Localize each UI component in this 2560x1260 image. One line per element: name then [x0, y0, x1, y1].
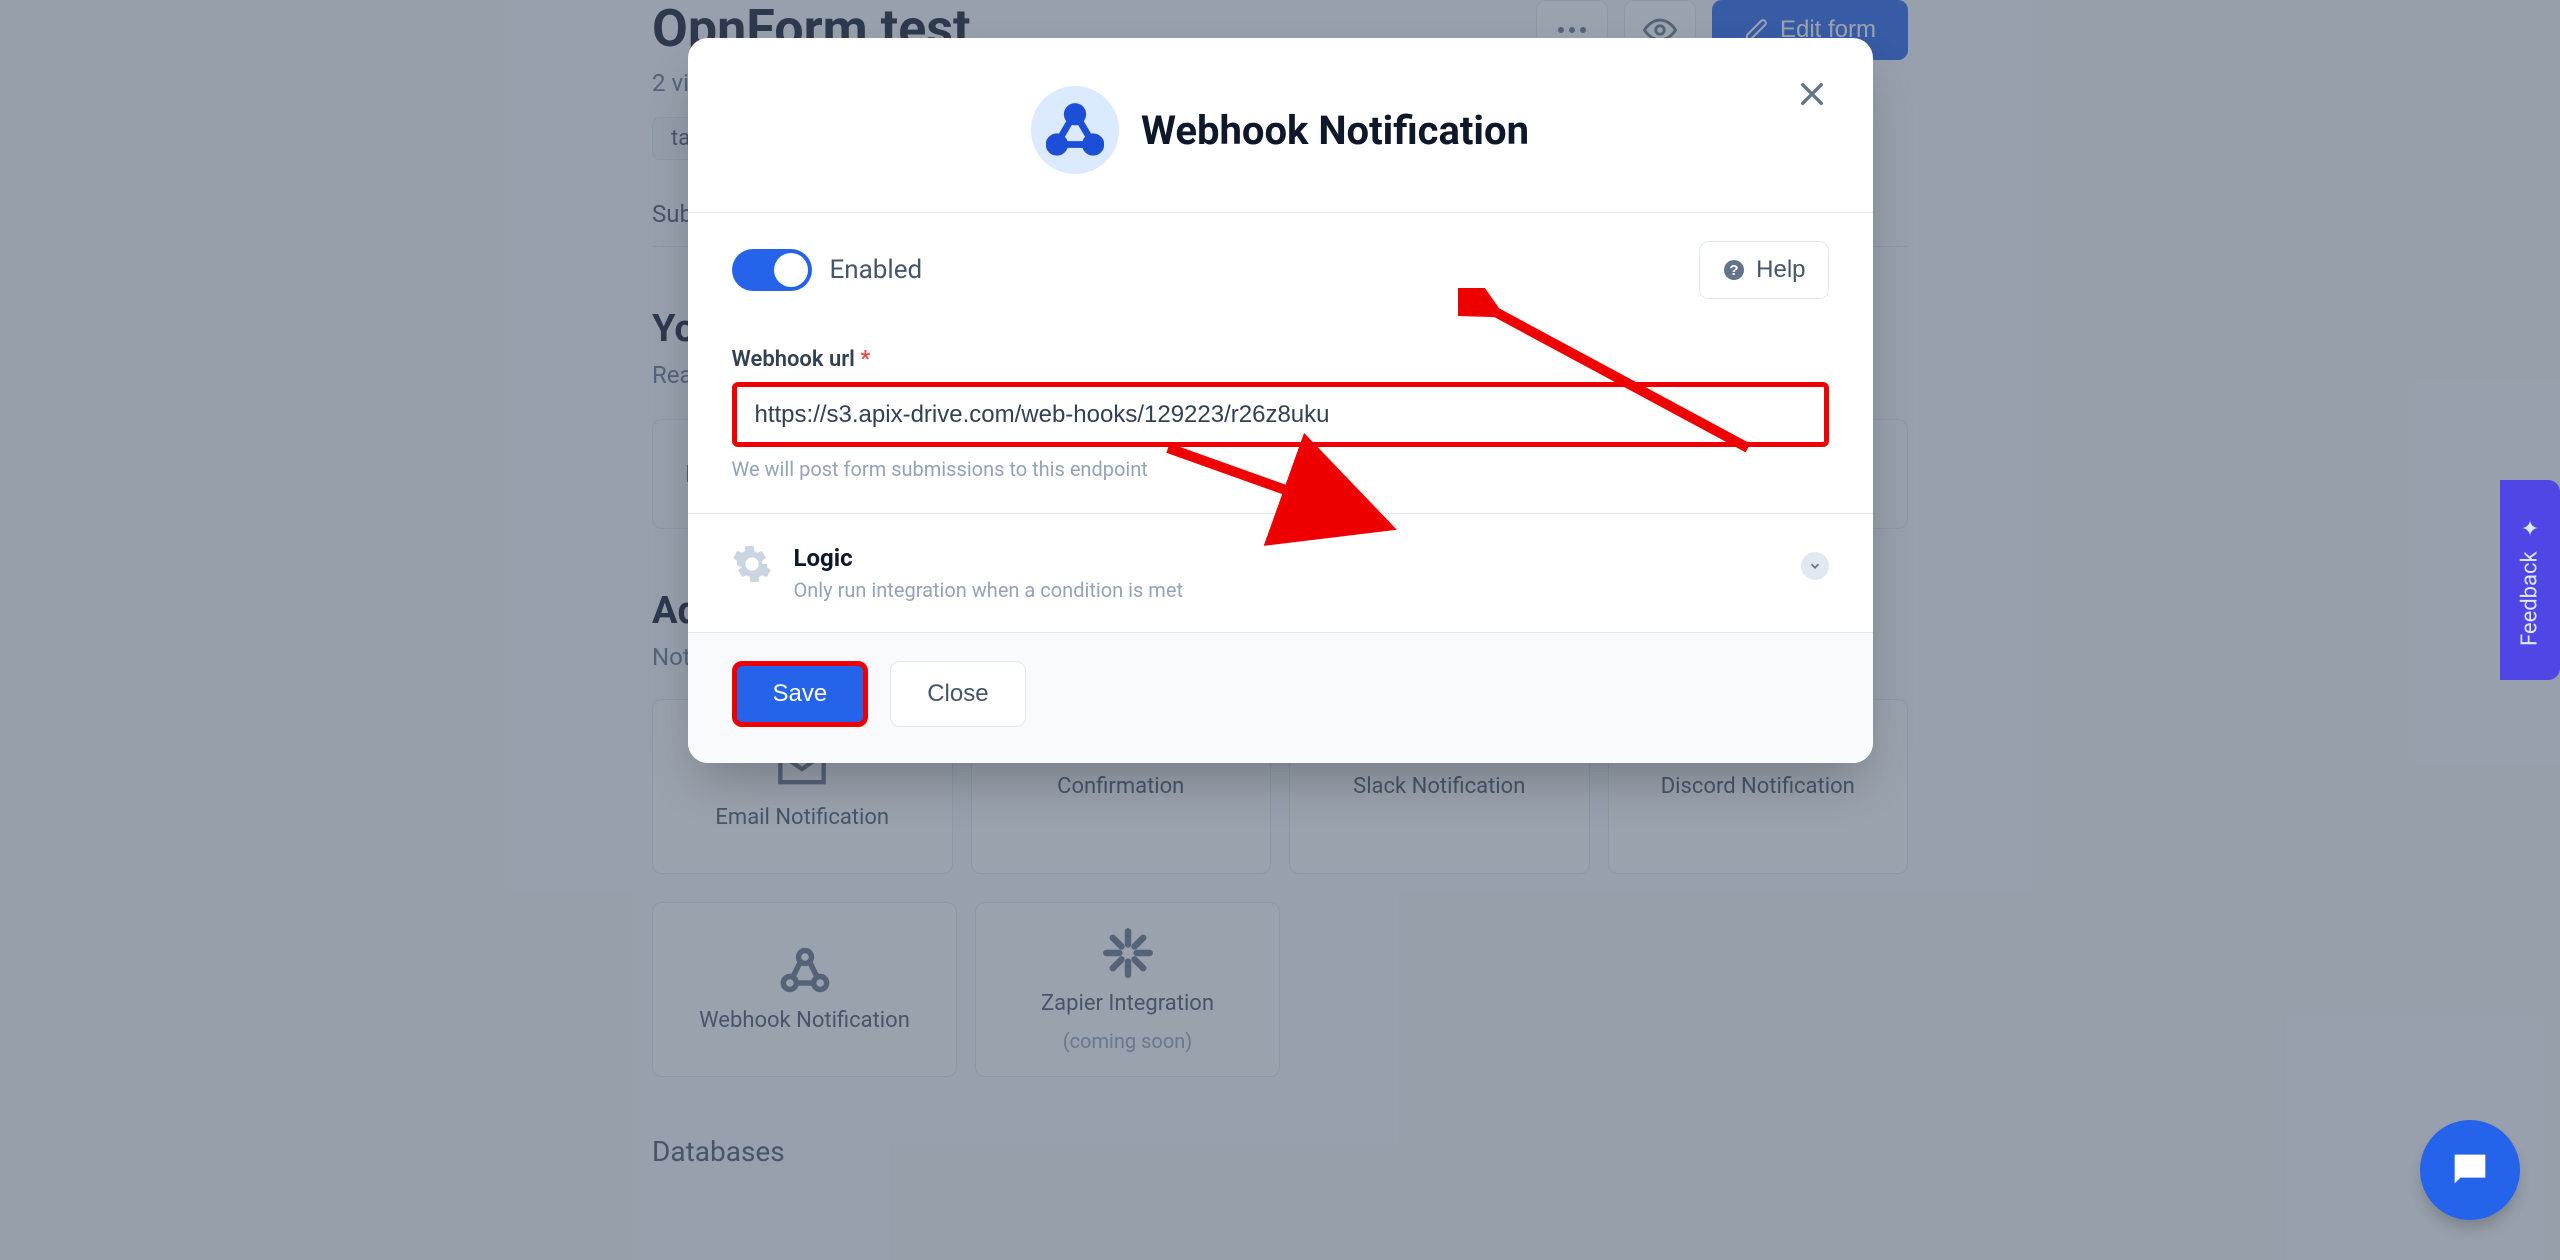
logic-section[interactable]: Logic Only run integration when a condit… [688, 513, 1873, 632]
modal-overlay[interactable]: Webhook Notification Enabled ? Help Webh… [0, 0, 2560, 1260]
save-button[interactable]: Save [732, 661, 869, 727]
chat-button[interactable] [2420, 1120, 2520, 1220]
chevron-down-icon[interactable] [1801, 552, 1829, 580]
feedback-tab[interactable]: Feedback ✦ [2500, 480, 2560, 680]
webhook-icon-wrap [1031, 86, 1119, 174]
sparkle-icon: ✦ [2518, 514, 2543, 539]
modal-title: Webhook Notification [1141, 107, 1529, 154]
question-icon: ? [1722, 258, 1746, 282]
logic-subtitle: Only run integration when a condition is… [794, 578, 1183, 602]
close-button[interactable]: Close [890, 661, 1025, 727]
gear-icon [732, 544, 772, 584]
help-label: Help [1756, 256, 1805, 284]
chat-icon [2447, 1147, 2493, 1193]
webhook-url-input[interactable] [732, 382, 1829, 447]
close-icon[interactable] [1796, 78, 1828, 110]
webhook-icon [1046, 101, 1104, 159]
help-button[interactable]: ? Help [1699, 241, 1828, 299]
webhook-url-label: Webhook url * [732, 347, 1829, 372]
enabled-label: Enabled [830, 255, 923, 285]
webhook-modal: Webhook Notification Enabled ? Help Webh… [688, 38, 1873, 763]
enabled-toggle[interactable] [732, 249, 812, 291]
webhook-url-help: We will post form submissions to this en… [732, 457, 1829, 481]
logic-title: Logic [794, 544, 1183, 572]
svg-text:?: ? [1730, 262, 1739, 279]
feedback-label: Feedback [2518, 551, 2543, 646]
